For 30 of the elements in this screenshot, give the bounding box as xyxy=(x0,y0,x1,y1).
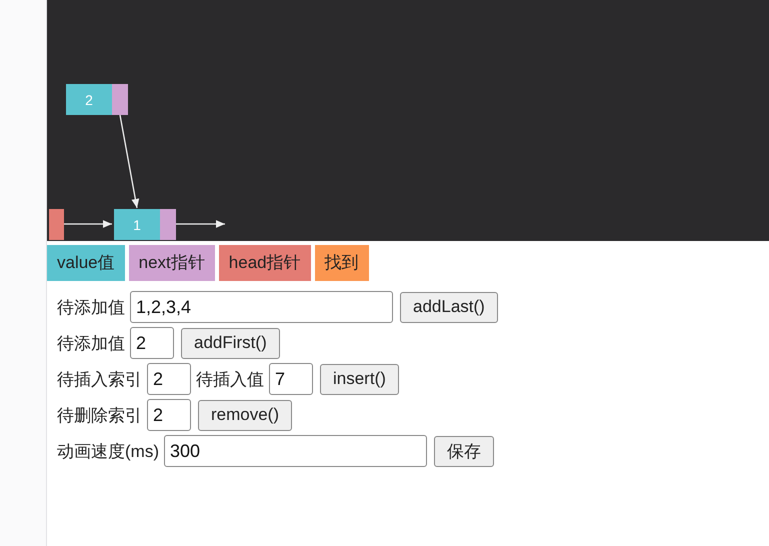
field-label: 动画速度(ms) xyxy=(57,440,159,462)
field-label: 待添加值 xyxy=(57,332,125,354)
input-field[interactable]: 2 xyxy=(147,399,191,431)
pointer-arrow xyxy=(64,220,112,228)
node-next-block xyxy=(160,209,176,240)
head-pointer-block xyxy=(49,209,64,240)
node-value-block xyxy=(66,84,112,115)
pointer-arrow xyxy=(176,220,225,228)
action-button[interactable]: addLast() xyxy=(400,292,498,322)
input-field[interactable]: 300 xyxy=(164,435,427,467)
action-button[interactable]: addFirst() xyxy=(181,328,280,358)
action-button[interactable]: remove() xyxy=(198,400,292,430)
legend-item: value值 xyxy=(47,245,125,281)
input-field[interactable]: 2 xyxy=(130,327,174,359)
field-label: 待添加值 xyxy=(57,296,125,318)
action-button[interactable]: insert() xyxy=(320,364,399,394)
legend-item: head指针 xyxy=(218,245,311,281)
node-next-block xyxy=(112,84,128,115)
input-field[interactable]: 7 xyxy=(269,363,313,395)
action-button[interactable]: 保存 xyxy=(434,436,494,466)
input-field[interactable]: 2 xyxy=(147,363,191,395)
field-label: 待删除索引 xyxy=(57,404,142,426)
node-value-block xyxy=(114,209,160,240)
node-value: 2 xyxy=(85,92,93,108)
field-label: 待插入索引 xyxy=(57,368,142,390)
input-field[interactable]: 1,2,3,4 xyxy=(130,291,393,323)
node-value: 1 xyxy=(133,217,141,233)
legend-item: 找到 xyxy=(314,245,369,281)
field-label: 待插入值 xyxy=(196,368,264,390)
legend-item: next指针 xyxy=(128,245,215,281)
